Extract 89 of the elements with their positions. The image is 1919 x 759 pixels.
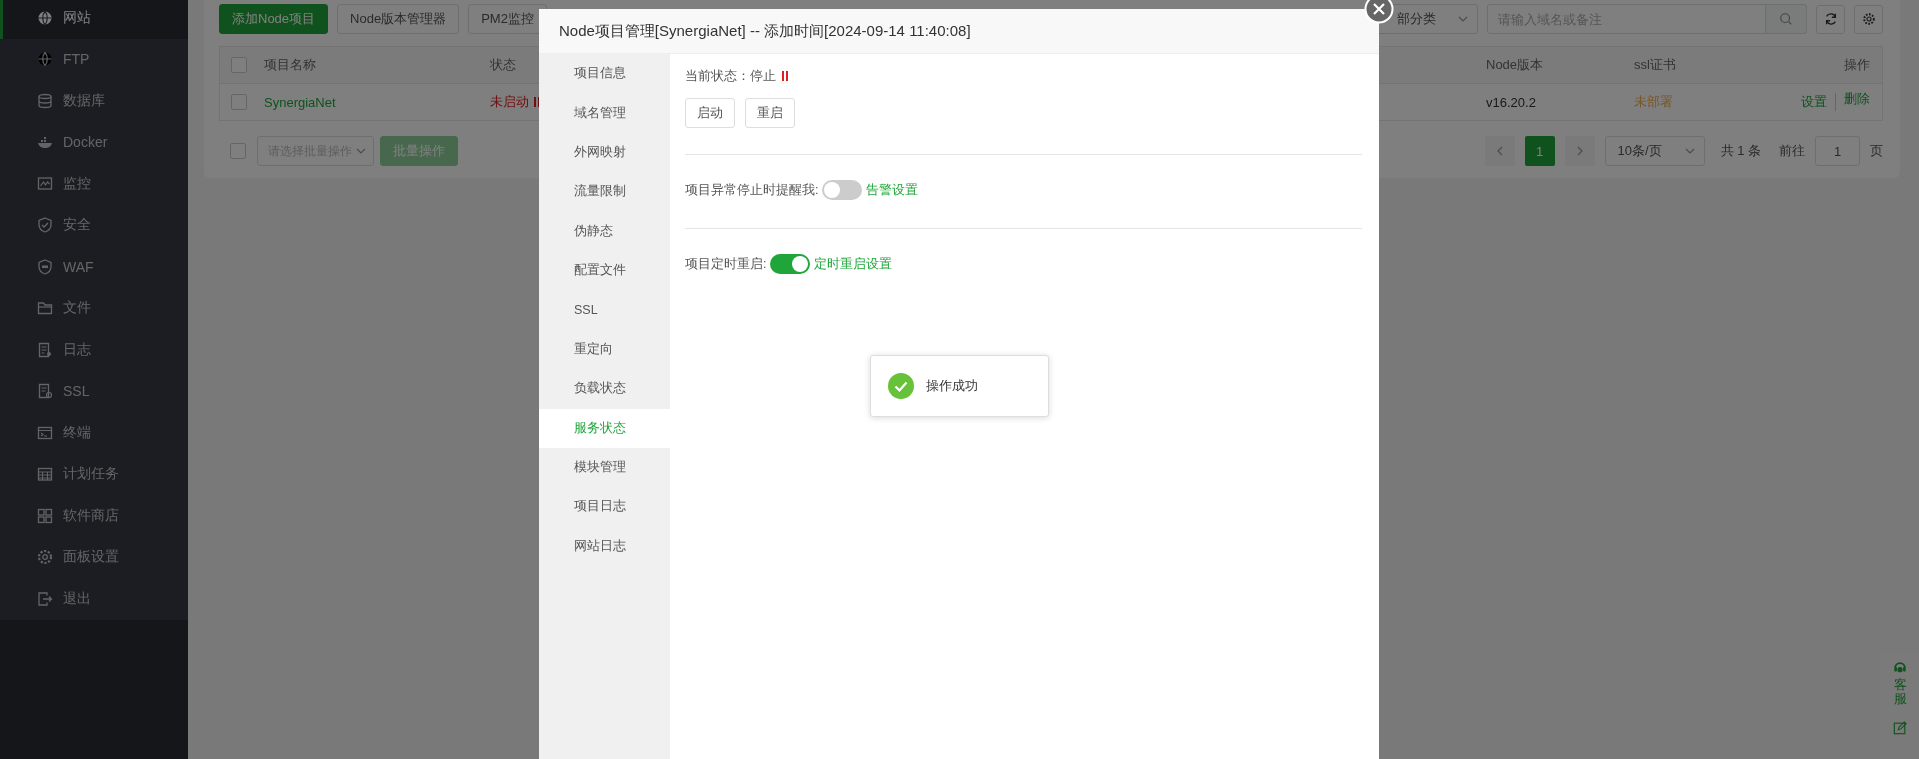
dialog-menu-item[interactable]: 域名管理 [539,93,670,133]
grid-icon [37,507,53,524]
total-count: 共 1 条 [1720,142,1761,160]
refresh-icon [1823,12,1838,26]
checkbox[interactable] [231,57,247,73]
ssl-status: 未部署 [1634,94,1673,109]
dialog-menu-item[interactable]: 网站日志 [539,526,670,567]
close-icon[interactable] [1364,0,1394,24]
globe-icon [37,51,53,68]
action-link[interactable]: 删除 [1835,93,1870,111]
dialog-menu-item[interactable]: 流量限制 [539,172,670,212]
checkbox[interactable] [231,94,247,110]
action-link[interactable]: 设置 [1801,93,1827,111]
edit-icon [1893,720,1907,735]
dialog-menu-item[interactable]: SSL [539,290,670,330]
toolbar-button[interactable]: PM2监控 [468,4,547,34]
goto-label: 前往 [1779,142,1805,160]
sidebar-item[interactable]: 监控 [0,163,188,205]
switch-label: 项目异常停止时提醒我: [685,181,819,199]
settings-link[interactable]: 告警设置 [866,181,919,199]
database-icon [37,92,53,109]
column-header: Node版本 [1486,56,1545,74]
action-button[interactable]: 重启 [745,98,795,128]
settings-link[interactable]: 定时重启设置 [814,255,893,273]
sidebar-item[interactable]: FTP [0,38,188,80]
document-icon [37,341,53,358]
sidebar-item[interactable]: 数据库 [0,80,188,122]
status-text: 当前状态：停止 [685,67,776,85]
toggle-switch[interactable] [770,254,811,274]
globe-icon [37,9,53,26]
sidebar-item[interactable]: 文件 [0,287,188,329]
page-button[interactable]: 1 [1524,136,1555,166]
document-icon [37,383,53,400]
action-button[interactable]: 启动 [685,98,735,128]
dialog-menu-item[interactable]: 外网映射 [539,132,670,173]
monitor-chart-icon [37,175,53,192]
sidebar-item[interactable]: 退出 [0,578,188,620]
sidebar-item[interactable]: 面板设置 [0,536,188,578]
project-name-link[interactable]: SynergiaNet [264,94,336,110]
dialog-menu-item[interactable]: 重定向 [539,329,670,370]
page-input[interactable]: 1 [1815,136,1860,166]
prev-page-button[interactable] [1484,136,1515,166]
search-icon[interactable] [1779,12,1793,26]
success-icon [888,373,914,399]
status-text: 未启动 [490,93,529,111]
column-header: 操作 [1844,56,1870,74]
sidebar-item[interactable]: 终端 [0,412,188,454]
headset-icon [1893,660,1907,674]
toolbar-button[interactable]: 添加Node项目 [219,4,329,34]
toast-message: 操作成功 [926,377,978,395]
dialog-menu-item[interactable]: 伪静态 [539,211,670,251]
folder-icon [37,300,53,317]
next-page-button[interactable] [1564,136,1595,166]
table-cell-text: v16.20.2 [1486,94,1537,110]
dialog-menu-item[interactable]: 负载状态 [539,369,670,409]
sidebar-item[interactable]: 软件商店 [0,495,188,537]
shield-icon [37,258,53,275]
sidebar-item[interactable]: 安全 [0,204,188,246]
page-unit: 页 [1870,142,1883,160]
switch-label: 项目定时重启: [685,255,767,273]
dialog-menu-item[interactable]: 配置文件 [539,250,670,291]
terminal-icon [37,424,53,441]
column-header: 状态 [490,57,516,72]
logout-icon [37,590,53,607]
refresh-button[interactable] [1816,4,1845,34]
sidebar-item[interactable]: SSL [0,370,188,412]
column-header: ssl证书 [1634,57,1676,72]
dialog-menu-item[interactable]: 项目信息 [539,54,670,94]
toolbar-button[interactable]: Node版本管理器 [337,4,460,34]
sidebar-item[interactable]: WAF [0,246,188,288]
page-size-select[interactable]: 10条/页 [1604,136,1705,166]
shield-check-icon [37,217,53,234]
settings-icon [1861,12,1876,26]
dialog-title: Node项目管理[SynergiaNet] -- 添加时间[2024-09-14 11:40:08] [559,21,971,41]
settings-icon [37,549,53,566]
column-header: 项目名称 [264,56,317,74]
sidebar-item[interactable]: 网站 [0,0,188,39]
settings-button[interactable] [1854,4,1883,34]
sidebar-item[interactable]: 计划任务 [0,453,188,495]
sidebar-item[interactable]: 日志 [0,329,188,371]
checkbox[interactable] [230,143,246,159]
sidebar-item[interactable]: Docker [0,121,188,163]
dialog-menu-item[interactable]: 服务状态 [539,408,670,448]
calendar-icon [37,466,53,483]
whale-icon [37,134,53,151]
dialog-menu-item[interactable]: 项目日志 [539,487,670,527]
search-button[interactable] [1766,4,1807,34]
toggle-switch[interactable] [822,180,863,200]
dialog-menu-item[interactable]: 模块管理 [539,447,670,488]
